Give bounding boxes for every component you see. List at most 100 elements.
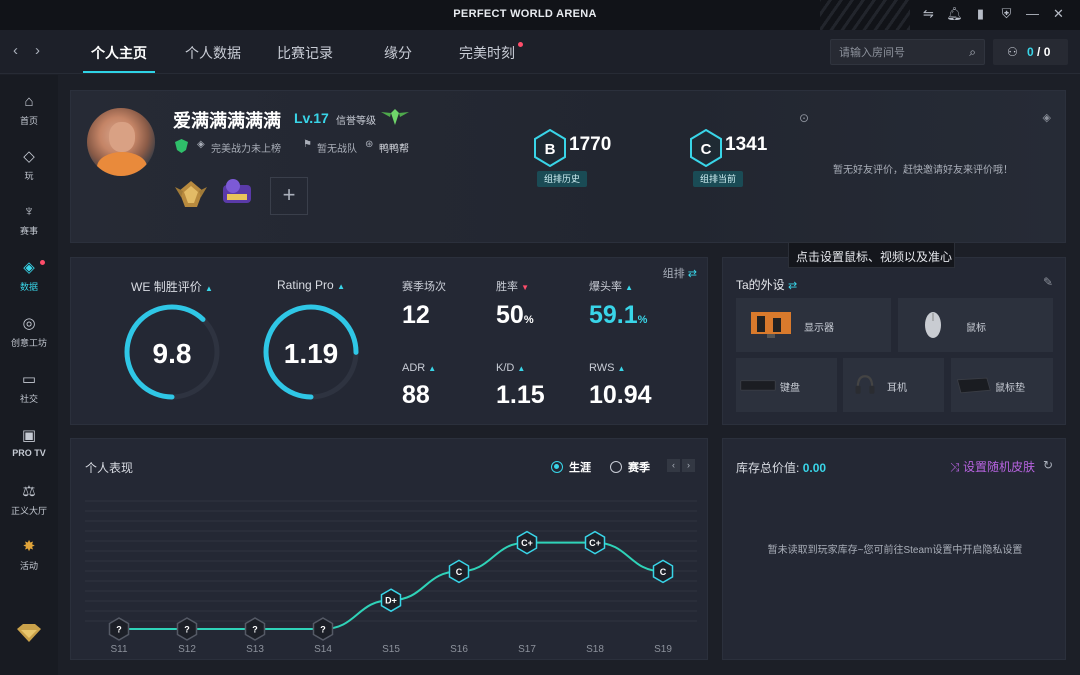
swap-gear-icon: ⇄ [788, 280, 798, 292]
data-icon: ◈ [23, 259, 35, 276]
sidebar-item-event[interactable]: ✸ 活动 [0, 538, 58, 572]
minimize-icon[interactable]: — [1025, 6, 1040, 21]
tab-fate[interactable]: 缘分 [384, 43, 412, 63]
random-skin-button[interactable]: ⤨ 设置随机皮肤 [950, 458, 1035, 475]
friends-count: 0 / 0 [1027, 45, 1051, 59]
gold-rank-badge-icon[interactable] [173, 177, 209, 211]
rank-label: D+ [385, 596, 397, 606]
shuffle-icon: ⤨ [950, 460, 960, 474]
swap-mode-icon: ⇄ [687, 268, 697, 280]
team-tag: 暂无战队 [317, 144, 357, 155]
close-icon[interactable]: ✕ [1051, 6, 1066, 21]
room-search: ⌕ [830, 39, 985, 65]
tab-personal-data[interactable]: 个人数据 [185, 43, 241, 63]
gear-mousepad[interactable]: 鼠标垫 [951, 358, 1053, 412]
tab-profile[interactable]: 个人主页 [91, 43, 147, 63]
monitor-icon [751, 312, 791, 338]
gear-keyboard[interactable]: 键盘 [736, 358, 837, 412]
search-input[interactable] [839, 44, 959, 61]
justice-icon: ⚖ [22, 483, 36, 500]
friends-icon: ⚇ [1007, 45, 1018, 59]
workshop-icon: ◎ [22, 315, 36, 332]
gear-panel: Ta的外设 ⇄ ✎ 显示器 鼠标 键盘 耳机 鼠标垫 [722, 257, 1066, 425]
inventory-value: 库存总价值: 0.00 [736, 461, 827, 475]
tab-moments[interactable]: 完美时刻 [459, 43, 515, 63]
edit-icon[interactable]: ✎ [1043, 275, 1053, 289]
sidebar-item-justice[interactable]: ⚖ 正义大厅 [0, 483, 58, 517]
chat-icon: ▭ [21, 371, 37, 388]
stat-adr: ADR ▲ 88 [402, 362, 437, 409]
bell-icon[interactable]: 🔔︎ [946, 6, 963, 21]
power-rank-tag: 完美战力未上榜 [211, 144, 281, 155]
x-tick-label: S19 [654, 644, 672, 655]
rank-label: ? [116, 625, 122, 635]
sidebar-item-events[interactable]: ♆ 赛事 [0, 203, 58, 237]
sidebar-item-workshop[interactable]: ◎ 创意工坊 [0, 315, 58, 349]
team-icon: ⚑ [303, 139, 312, 150]
mousepad-icon [956, 377, 991, 394]
sidebar-item-data[interactable]: ◈ 数据 [0, 259, 58, 293]
trophy-icon: ♆ [23, 203, 35, 220]
data-dot [40, 260, 45, 265]
next-page-button[interactable]: › [682, 459, 695, 472]
refresh-icon[interactable]: ↻ [1043, 458, 1053, 472]
back-arrow-icon[interactable]: ‹ [13, 42, 18, 59]
keyboard-icon [740, 380, 776, 391]
svg-text:B: B [545, 141, 556, 158]
credit-wings-icon[interactable] [381, 107, 409, 127]
we-value: 9.8 [152, 338, 192, 369]
sidebar-item-home[interactable]: ⌂ 首页 [0, 93, 58, 127]
mouse-icon [925, 312, 941, 338]
sidebar-item-protv[interactable]: ▣ PRO TV [0, 427, 58, 458]
setup-tooltip: 点击设置鼠标、视频以及准心 [788, 242, 955, 268]
sidebar-item-play[interactable]: ◇ 玩 [0, 148, 58, 182]
friends-button[interactable]: ⚇ 0 / 0 [993, 39, 1068, 65]
stat-winrate: 胜率 ▼ 50% [496, 281, 534, 329]
queue-toggle[interactable]: 组排 ⇄ [663, 265, 697, 281]
forward-arrow-icon[interactable]: › [35, 42, 40, 59]
x-tick-label: S14 [314, 644, 332, 655]
duck-icon: ⊛ [365, 139, 374, 150]
gear-headset[interactable]: 耳机 [843, 358, 944, 412]
rank-c-icon: C [690, 129, 722, 167]
sidebar: ⌂ 首页 ◇ 玩 ♆ 赛事 ◈ 数据 ◎ 创意工坊 ▭ 社交 ▣ PRO TV ⚖ 正义大厅 ✸… [0, 75, 58, 675]
performance-chart: ? S11? S12? S13? S14 D+ S15 C S16 C+ S17 C+ S18 C S19 [85, 500, 697, 655]
profile-panel: 爱满满满满满 Lv.17 信誉等级 ◈ 完美战力未上榜 ⚑ 暂无战队 ⊛ 鸭鸭帮… [70, 90, 1066, 243]
settings-icon[interactable]: ⊙ [799, 111, 809, 125]
sidebar-item-social[interactable]: ▭ 社交 [0, 371, 58, 405]
play-icon: ◇ [23, 148, 35, 165]
rank-b-icon: B [534, 129, 566, 167]
player-level: Lv.17 [294, 110, 329, 126]
we-label: WE 制胜评价 [131, 280, 202, 294]
guild-tag[interactable]: 鸭鸭帮 [379, 140, 409, 155]
stat-matches: 赛季场次 12 [402, 281, 446, 329]
add-badge-button[interactable]: + [270, 177, 308, 215]
shield-icon[interactable]: ⛨ [999, 6, 1014, 21]
career-radio[interactable]: 生涯 [551, 459, 591, 475]
inventory-empty: 暂未读取到玩家库存~您可前往Steam设置中开启隐私设置 [767, 545, 1023, 556]
x-tick-label: S16 [450, 644, 468, 655]
season-radio[interactable]: 赛季 [610, 459, 650, 475]
search-icon[interactable]: ⌕ [969, 45, 976, 60]
avatar[interactable] [87, 108, 155, 176]
purple-event-badge-icon[interactable] [219, 177, 255, 211]
gear-monitor[interactable]: 显示器 [736, 298, 891, 352]
player-name: 爱满满满满满 [173, 111, 281, 131]
signal-icon[interactable]: ▮ [973, 6, 988, 21]
chart-pager: ‹ › [667, 459, 695, 472]
app-title: PERFECT WORLD ARENA [453, 8, 597, 20]
swap-icon[interactable]: ⇋ [921, 6, 936, 21]
prev-page-button[interactable]: ‹ [667, 459, 680, 472]
gear-mouse[interactable]: 鼠标 [898, 298, 1053, 352]
stat-kd: K/D ▲ 1.15 [496, 362, 545, 409]
power-rank-icon: ◈ [197, 139, 205, 150]
vip-badge[interactable] [0, 623, 58, 648]
x-tick-label: S11 [110, 644, 127, 655]
tab-match-record[interactable]: 比赛记录 [277, 43, 333, 63]
x-tick-label: S12 [178, 644, 196, 655]
layers-icon[interactable]: ◈ [1043, 111, 1051, 124]
rating-label: Rating Pro [277, 278, 334, 292]
gear-title: Ta的外设 ⇄ [736, 278, 798, 292]
rank-label: ? [320, 625, 326, 635]
rank-label: C+ [521, 538, 533, 548]
